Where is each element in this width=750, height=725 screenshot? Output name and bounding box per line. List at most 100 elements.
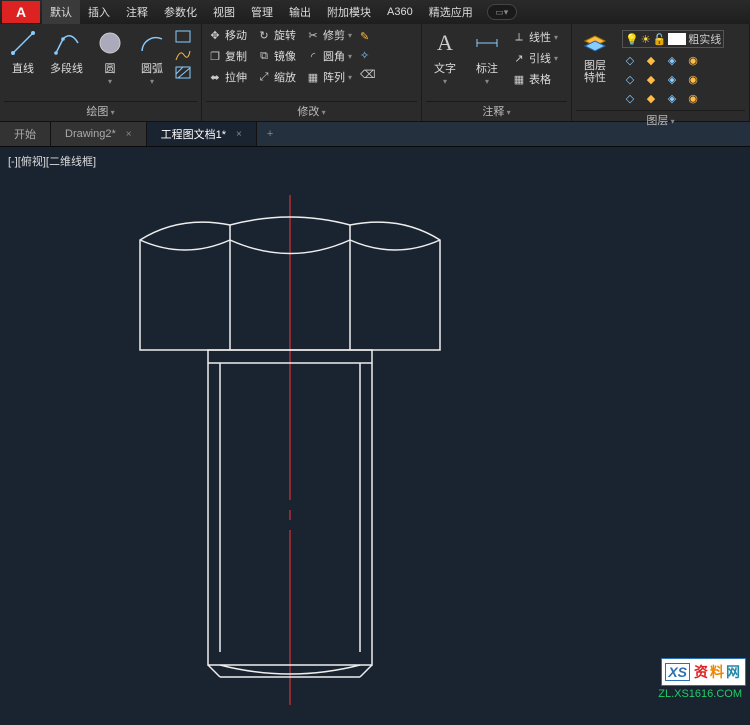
chevron-down-icon: ▾ (485, 77, 489, 86)
table-icon: ▦ (512, 72, 526, 86)
line-icon (8, 28, 38, 58)
panel-annotation: A 文字 ▾ 标注 ▾ ⟂线性▾ ↗引线▾ ▦表格 注释 (422, 24, 572, 121)
watermark-char-2: 料 (710, 662, 724, 682)
menu-a360[interactable]: A360 (379, 2, 421, 22)
tool-copy[interactable]: ❐复制 (206, 47, 249, 65)
drawing-canvas[interactable]: [-][俯视][二维线框] (0, 147, 750, 706)
layer-tool-5[interactable]: ◇ (622, 71, 638, 87)
watermark-badge: XS (665, 663, 690, 681)
view-controls-label[interactable]: [-][俯视][二维线框] (8, 153, 96, 169)
layer-tool-6[interactable]: ◆ (643, 71, 659, 87)
layer-tool-2[interactable]: ◆ (643, 52, 659, 68)
copy-icon: ❐ (208, 49, 222, 63)
menu-featured[interactable]: 精选应用 (421, 0, 481, 24)
panel-draw-label[interactable]: 绘图 (4, 101, 197, 121)
tool-rotate[interactable]: ↻旋转 (255, 26, 298, 44)
tab-start[interactable]: 开始 (0, 122, 51, 146)
tab-drawing2[interactable]: Drawing2* × (51, 122, 147, 146)
tool-move[interactable]: ✥移动 (206, 26, 249, 44)
circle-icon (95, 28, 125, 58)
arc-icon (137, 28, 167, 58)
fillet-icon: ◜ (306, 49, 320, 63)
tool-trim[interactable]: ✂修剪▾ (304, 26, 354, 44)
layer-tool-11[interactable]: ◈ (664, 90, 680, 106)
tool-polyline[interactable]: 多段线 (46, 26, 87, 78)
tab-engineering-doc1[interactable]: 工程图文档1* × (147, 122, 257, 146)
tool-array[interactable]: ▦阵列▾ (304, 68, 354, 86)
dimension-icon (472, 28, 502, 58)
menu-search[interactable]: ▭▾ (487, 4, 517, 20)
layer-tool-4[interactable]: ◉ (685, 52, 701, 68)
tool-layer-props[interactable]: 图层 特性 (576, 26, 614, 86)
chevron-down-icon: ▾ (150, 77, 154, 86)
panel-modify: ✥移动 ↻旋转 ✂修剪▾ ❐复制 ⧉镜像 ◜圆角▾ ⬌拉伸 ⤢缩放 ▦阵列▾ ✎… (202, 24, 422, 121)
tool-circle[interactable]: 圆 ▾ (91, 26, 129, 88)
panel-modify-label[interactable]: 修改 (206, 101, 417, 121)
rotate-icon: ↻ (257, 28, 271, 42)
panel-layers: 图层 特性 💡 ☀ 🔓 粗实线 ◇ ◆ ◈ ◉ ◇ ◆ ◈ (572, 24, 750, 121)
tool-stretch[interactable]: ⬌拉伸 (206, 68, 249, 86)
watermark: XS 资 料 网 ZL.XS1616.COM (654, 658, 746, 702)
layer-tool-12[interactable]: ◉ (685, 90, 701, 106)
menu-default[interactable]: 默认 (42, 0, 80, 24)
layer-props-icon (580, 28, 610, 58)
tab-label: 工程图文档1* (161, 126, 226, 142)
app-icon[interactable]: A (2, 1, 40, 23)
explode-icon[interactable]: ✧ (360, 49, 376, 62)
tool-text[interactable]: A 文字 ▾ (426, 26, 464, 88)
rect-icon[interactable] (175, 30, 191, 44)
linetype-icon: ⟂ (512, 30, 526, 44)
add-tab-button[interactable]: + (257, 122, 283, 146)
leader-icon: ↗ (512, 51, 526, 65)
menu-parametric[interactable]: 参数化 (156, 0, 205, 24)
watermark-char-1: 资 (694, 662, 708, 682)
tool-fillet[interactable]: ◜圆角▾ (304, 47, 354, 65)
panel-draw: 直线 多段线 圆 ▾ 圆弧 ▾ 绘图 (0, 24, 202, 121)
menubar: A 默认 插入 注释 参数化 视图 管理 输出 附加模块 A360 精选应用 ▭… (0, 0, 750, 24)
lightbulb-icon: 💡 (625, 33, 639, 46)
polyline-icon (52, 28, 82, 58)
tool-linetype[interactable]: ⟂线性▾ (510, 28, 560, 46)
tool-line[interactable]: 直线 (4, 26, 42, 78)
tool-mirror[interactable]: ⧉镜像 (255, 47, 298, 65)
color-swatch (668, 33, 686, 45)
array-icon: ▦ (306, 70, 320, 84)
tool-leader[interactable]: ↗引线▾ (510, 49, 560, 67)
panel-layers-label[interactable]: 图层 (576, 110, 745, 130)
tool-table[interactable]: ▦表格 (510, 70, 560, 88)
layer-tool-3[interactable]: ◈ (664, 52, 680, 68)
ribbon: 直线 多段线 圆 ▾ 圆弧 ▾ 绘图 (0, 24, 750, 122)
layer-tool-7[interactable]: ◈ (664, 71, 680, 87)
edit-icon[interactable]: ✎ (360, 30, 376, 43)
panel-annotation-label[interactable]: 注释 (426, 101, 567, 121)
layer-tool-10[interactable]: ◆ (643, 90, 659, 106)
menu-addins[interactable]: 附加模块 (319, 0, 379, 24)
lock-icon: 🔓 (653, 33, 667, 46)
spline-icon[interactable] (175, 48, 191, 62)
menu-insert[interactable]: 插入 (80, 0, 118, 24)
sun-icon: ☀ (641, 33, 651, 46)
close-icon[interactable]: × (126, 129, 132, 140)
layer-current-dropdown[interactable]: 💡 ☀ 🔓 粗实线 (622, 30, 724, 48)
mirror-icon: ⧉ (257, 49, 271, 63)
menu-output[interactable]: 输出 (281, 0, 319, 24)
tool-arc[interactable]: 圆弧 ▾ (133, 26, 171, 88)
tool-dimension[interactable]: 标注 ▾ (468, 26, 506, 88)
hatch-icon[interactable] (175, 66, 191, 80)
chevron-down-icon: ▾ (108, 77, 112, 86)
tab-label: 开始 (14, 126, 36, 142)
tool-scale[interactable]: ⤢缩放 (255, 68, 298, 86)
scale-icon: ⤢ (257, 70, 271, 84)
menu-view[interactable]: 视图 (205, 0, 243, 24)
move-icon: ✥ (208, 28, 222, 42)
chevron-down-icon: ▾ (443, 77, 447, 86)
stretch-icon: ⬌ (208, 70, 222, 84)
close-icon[interactable]: × (236, 129, 242, 140)
layer-tool-8[interactable]: ◉ (685, 71, 701, 87)
layer-tool-9[interactable]: ◇ (622, 90, 638, 106)
menu-annotate[interactable]: 注释 (118, 0, 156, 24)
tab-label: Drawing2* (65, 128, 116, 140)
menu-manage[interactable]: 管理 (243, 0, 281, 24)
layer-tool-1[interactable]: ◇ (622, 52, 638, 68)
erase-icon[interactable]: ⌫ (360, 68, 376, 81)
